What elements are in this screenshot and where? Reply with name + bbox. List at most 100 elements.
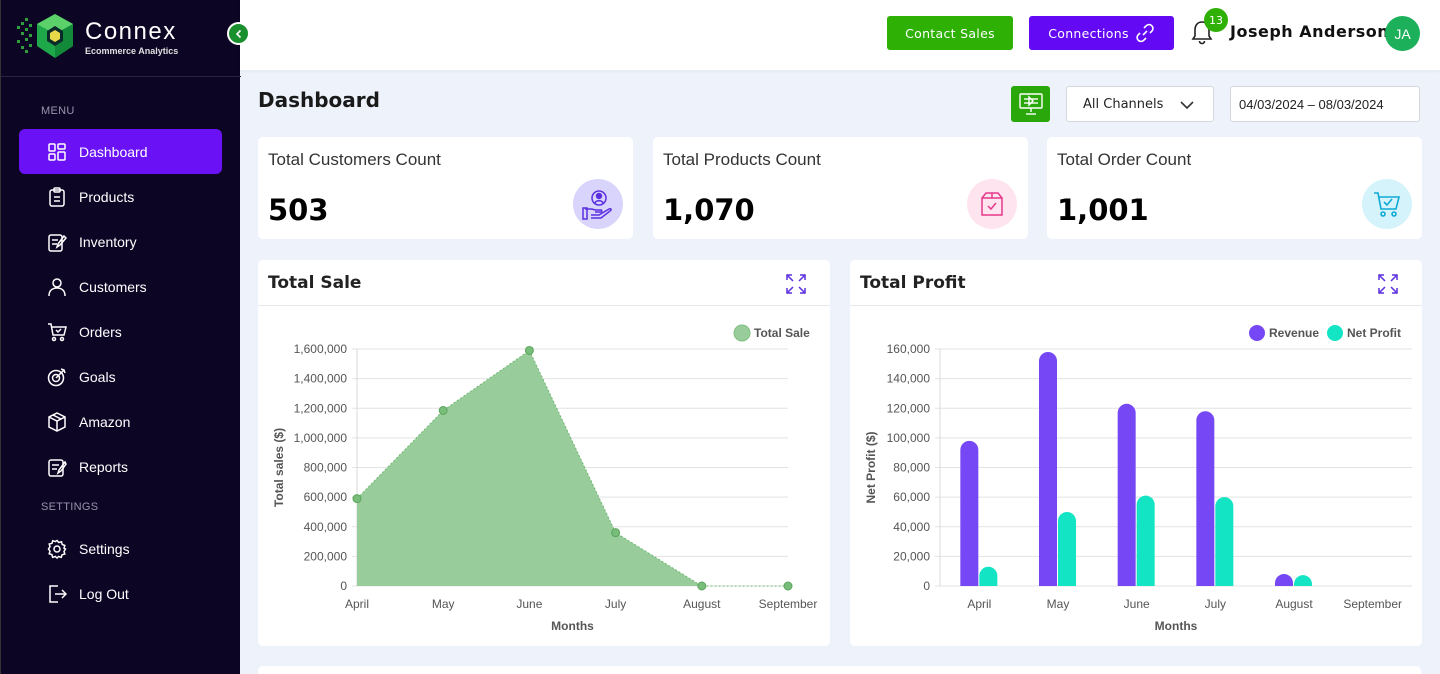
logo[interactable]: Connex Ecommerce Analytics [15,12,178,64]
sidebar-item-label: Dashboard [79,143,148,160]
stat-label: Total Products Count [663,150,821,169]
menu-section-label: MENU [41,105,75,117]
box-icon [47,411,67,432]
notification-badge: 13 [1204,8,1228,32]
logout-icon [47,584,67,604]
sidebar-item-label: Amazon [79,413,131,430]
avatar[interactable]: JA [1385,16,1420,51]
sale-point [783,581,793,591]
x-tick-label: August [1275,597,1313,611]
y-axis-title: Net Profit ($) [864,431,878,503]
stat-value: 1,070 [663,193,755,227]
sidebar-item-label: Customers [79,278,147,295]
x-axis-title: Months [551,619,594,633]
net-profit-bar [1136,495,1155,586]
sidebar-item-customers[interactable]: Customers [19,264,222,309]
sidebar-item-settings[interactable]: Settings [19,526,222,571]
sale-point [697,581,707,591]
bottom-card [258,666,1421,674]
report-icon [47,457,67,477]
date-range-input[interactable]: 04/03/2024 – 08/03/2024 [1230,86,1420,122]
x-tick-label: June [1124,597,1150,611]
y-tick-label: 80,000 [893,461,930,475]
y-tick-label: 1,600,000 [294,342,348,356]
y-tick-label: 800,000 [304,461,348,475]
tv-mode-button[interactable] [1011,86,1050,122]
sidebar-item-goals[interactable]: Goals [19,354,222,399]
total-sale-chart: 1,600,000 1,400,000 1,200,000 1,000,000 800,… [272,324,818,633]
contact-sales-button[interactable]: Contact Sales [887,16,1013,50]
total-profit-chart: 160,000 140,000 120,000 100,000 80,000 60,000… [864,325,1412,633]
gear-icon [47,539,67,559]
stat-label: Total Customers Count [268,150,441,169]
sidebar-item-logout[interactable]: Log Out [19,571,222,616]
y-tick-label: 1,000,000 [294,431,348,445]
sidebar-item-label: Goals [79,368,116,385]
y-tick-label: 400,000 [304,520,348,534]
x-tick-label: September [759,597,818,611]
revenue-bar [1196,411,1215,586]
user-icon [47,277,67,297]
settings-section-label: SETTINGS [41,501,99,513]
cart-check-icon [1362,179,1412,229]
y-tick-label: 600,000 [304,490,348,504]
sidebar-item-inventory[interactable]: Inventory [19,219,222,264]
target-icon [47,367,67,387]
connex-logo-icon [15,12,77,64]
link-icon [1136,23,1154,43]
connections-label: Connections [1048,25,1129,41]
legend-marker [1327,325,1343,341]
sale-point [524,345,534,355]
legend-label: Total Sale [754,326,810,340]
total-sale-card: Total Sale 1,600,000 1,400,000 1,200,000 1,… [258,260,830,646]
revenue-bar [960,440,979,586]
legend-label: Net Profit [1347,326,1401,340]
sale-area [357,350,788,586]
x-tick-label: May [432,597,455,611]
y-tick-label: 100,000 [887,431,931,445]
legend-marker [1249,325,1265,341]
sale-point [611,528,621,538]
net-profit-bar [1294,575,1312,586]
sidebar-item-dashboard[interactable]: Dashboard [19,129,222,174]
revenue-bar [1275,574,1293,586]
sidebar-item-reports[interactable]: Reports [19,444,222,489]
stat-card-products: Total Products Count 1,070 [653,137,1028,239]
sidebar-item-label: Inventory [79,233,137,250]
presentation-icon [1018,93,1043,115]
chevron-left-icon [235,29,241,38]
y-tick-label: 0 [923,579,930,593]
cart-icon [47,322,67,342]
y-tick-label: 200,000 [304,549,348,563]
connections-button[interactable]: Connections [1029,16,1174,50]
sidebar-item-orders[interactable]: Orders [19,309,222,354]
sidebar-item-amazon[interactable]: Amazon [19,399,222,444]
x-tick-label: May [1047,597,1070,611]
y-tick-label: 20,000 [893,549,930,563]
x-tick-label: April [967,597,991,611]
brand-tagline: Ecommerce Analytics [85,46,179,56]
stat-card-orders: Total Order Count 1,001 [1047,137,1422,239]
edit-list-icon [47,232,67,252]
user-name[interactable]: Joseph Anderson [1230,22,1389,41]
package-check-icon [967,179,1017,229]
stat-value: 1,001 [1057,193,1149,227]
sidebar-item-products[interactable]: Products [19,174,222,219]
y-tick-label: 140,000 [887,372,931,386]
x-tick-label: June [516,597,542,611]
net-profit-bar [979,566,998,586]
stat-card-customers: Total Customers Count 503 [258,137,633,239]
sidebar-item-label: Orders [79,323,122,340]
sidebar-collapse-button[interactable] [227,22,250,45]
y-tick-label: 40,000 [893,520,930,534]
stat-label: Total Order Count [1057,150,1192,169]
total-profit-card: Total Profit 160,000 140,000 120,000 100,00… [850,260,1422,646]
sidebar: Connex Ecommerce Analytics MENU Dashboar… [0,0,241,674]
legend-marker [733,324,751,342]
x-tick-label: July [605,597,626,611]
revenue-bar [1039,351,1057,586]
customer-hand-icon [573,179,623,229]
sidebar-item-label: Reports [79,458,129,475]
y-tick-label: 0 [340,579,347,593]
channel-select[interactable]: All Channels [1066,86,1214,122]
